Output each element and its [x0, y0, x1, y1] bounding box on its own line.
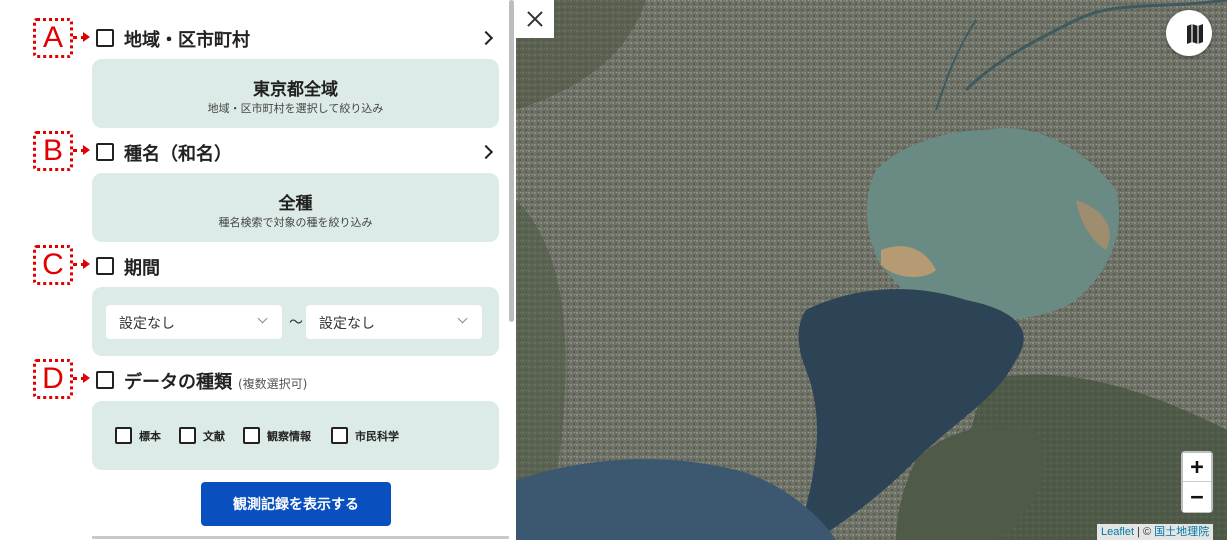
data-type-title-text: データの種類	[124, 372, 232, 393]
option-checkbox[interactable]	[243, 427, 260, 444]
data-type-checkbox[interactable]	[96, 371, 114, 389]
zoom-out-button[interactable]: −	[1183, 483, 1211, 512]
option-label: 観察情報	[267, 430, 311, 443]
section-header-data-type[interactable]: データの種類 (複数選択可)	[0, 362, 500, 398]
period-checkbox[interactable]	[96, 257, 114, 275]
attribution-separator: | ©	[1134, 526, 1155, 538]
period-to-select[interactable]: 設定なし	[306, 305, 482, 339]
species-checkbox[interactable]	[96, 143, 114, 161]
area-card[interactable]: 東京都全域 地域・区市町村を選択して絞り込み	[92, 59, 499, 128]
map-attribution: Leaflet | © 国土地理院	[1097, 524, 1214, 540]
option-checkbox[interactable]	[179, 427, 196, 444]
gsi-link[interactable]: 国土地理院	[1154, 526, 1209, 538]
map-icon	[1187, 24, 1203, 44]
period-to-value: 設定なし	[319, 316, 375, 332]
chevron-down-icon	[257, 313, 268, 324]
species-selected-value: 全種	[278, 194, 313, 214]
species-title: 種名（和名）	[124, 144, 232, 165]
divider	[92, 536, 509, 539]
show-records-button[interactable]: 観測記録を表示する	[201, 482, 391, 526]
zoom-control: + −	[1181, 451, 1213, 513]
area-title: 地域・区市町村	[124, 30, 250, 51]
option-checkbox[interactable]	[331, 427, 348, 444]
area-checkbox[interactable]	[96, 29, 114, 47]
map-view[interactable]	[516, 0, 1227, 540]
scrollbar[interactable]	[509, 0, 514, 322]
close-panel-button[interactable]	[516, 0, 554, 38]
option-label: 標本	[139, 430, 161, 443]
species-hint: 種名検索で対象の種を絞り込み	[218, 216, 373, 229]
data-type-card: 標本 文献 観察情報 市民科学	[92, 401, 499, 470]
chevron-down-icon	[457, 313, 468, 324]
option-checkbox[interactable]	[115, 427, 132, 444]
period-card: 設定なし 〜 設定なし	[92, 287, 499, 356]
section-header-period[interactable]: 期間	[0, 248, 500, 284]
period-title: 期間	[124, 258, 160, 279]
period-from-select[interactable]: 設定なし	[106, 305, 282, 339]
leaflet-link[interactable]: Leaflet	[1101, 526, 1134, 538]
section-header-species[interactable]: 種名（和名）	[0, 134, 500, 170]
option-label: 文献	[203, 430, 225, 443]
map-layer-button[interactable]	[1166, 10, 1212, 56]
area-hint: 地域・区市町村を選択して絞り込み	[207, 102, 384, 115]
period-separator: 〜	[289, 315, 303, 331]
chevron-right-icon[interactable]	[478, 144, 494, 160]
satellite-imagery	[516, 0, 1227, 540]
chevron-right-icon[interactable]	[478, 30, 494, 46]
area-selected-value: 東京都全域	[253, 80, 338, 100]
species-card[interactable]: 全種 種名検索で対象の種を絞り込み	[92, 173, 499, 242]
section-header-area[interactable]: 地域・区市町村	[0, 20, 500, 56]
period-from-value: 設定なし	[119, 316, 175, 332]
option-label: 市民科学	[355, 430, 399, 443]
filter-panel: A 地域・区市町村 東京都全域 地域・区市町村を選択して絞り込み B 種名（和名…	[0, 0, 514, 540]
zoom-in-button[interactable]: +	[1183, 453, 1211, 482]
data-type-title: データの種類 (複数選択可)	[124, 368, 307, 394]
multi-select-note: (複数選択可)	[238, 377, 308, 391]
